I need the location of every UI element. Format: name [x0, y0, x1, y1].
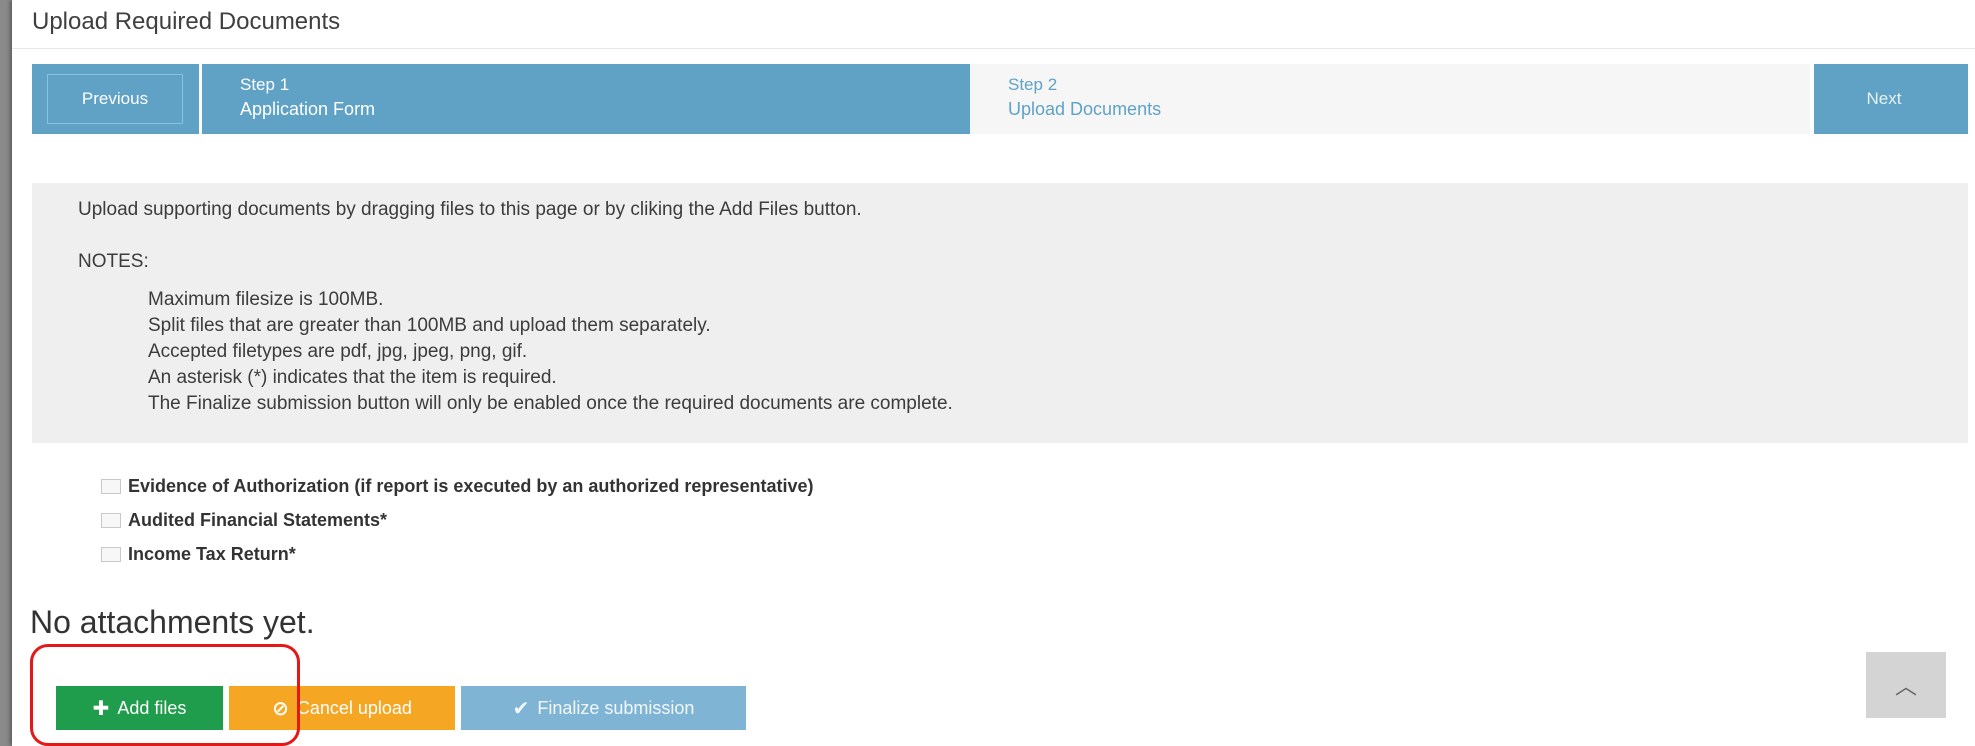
wizard-steps: Previous Step 1 Application Form Step 2 … — [32, 64, 1968, 134]
required-doc-label: Audited Financial Statements* — [128, 509, 388, 530]
upload-notes-panel: Upload supporting documents by dragging … — [32, 183, 1968, 443]
wizard-previous-cell: Previous — [32, 64, 199, 134]
attachments-status: No attachments yet. — [30, 604, 315, 640]
add-files-label: Add files — [117, 697, 187, 718]
plus-icon: ✚ — [92, 697, 110, 720]
upload-window: Upload Required Documents Previous Step … — [12, 0, 1975, 746]
cancel-upload-button[interactable]: ⊘ Cancel upload — [229, 686, 455, 730]
note-item: Split files that are greater than 100MB … — [148, 315, 711, 336]
step-1-number: Step 1 — [240, 75, 290, 94]
finalize-submission-button[interactable]: ✔ Finalize submission — [461, 686, 746, 730]
wizard-next-cell: Next — [1814, 64, 1968, 134]
check-icon: ✔ — [512, 697, 530, 720]
add-files-button[interactable]: ✚ Add files — [56, 686, 223, 730]
title-bar: Upload Required Documents — [12, 0, 1975, 49]
note-item: Accepted filetypes are pdf, jpg, jpeg, p… — [148, 341, 528, 362]
required-doc-authorization: Evidence of Authorization (if report is … — [101, 469, 813, 503]
chevron-up-icon: ︿ — [1894, 674, 1917, 699]
step-2-label: Upload Documents — [1008, 99, 1162, 119]
required-doc-label: Evidence of Authorization (if report is … — [128, 475, 814, 496]
note-item: An asterisk (*) indicates that the item … — [148, 367, 557, 388]
ban-icon: ⊘ — [272, 697, 289, 720]
page-title: Upload Required Documents — [32, 8, 341, 35]
required-doc-financial-statements: Audited Financial Statements* — [101, 503, 813, 537]
required-documents-list: Evidence of Authorization (if report is … — [101, 469, 813, 571]
finalize-submission-label: Finalize submission — [537, 697, 695, 718]
previous-button[interactable]: Previous — [47, 74, 183, 124]
next-button[interactable]: Next — [1814, 64, 1954, 134]
income-tax-return-checkbox[interactable] — [101, 546, 121, 562]
scroll-to-top-button[interactable]: ︿ — [1866, 652, 1946, 718]
wizard-step-1[interactable]: Step 1 Application Form — [202, 64, 970, 134]
note-item: The Finalize submission button will only… — [148, 393, 953, 414]
cancel-upload-label: Cancel upload — [296, 697, 412, 718]
financial-statements-checkbox[interactable] — [101, 512, 121, 528]
required-doc-income-tax-return: Income Tax Return* — [101, 537, 813, 571]
notes-list: Maximum filesize is 100MB. Split files t… — [148, 287, 953, 417]
notes-heading: NOTES: — [78, 251, 149, 272]
required-doc-label: Income Tax Return* — [128, 543, 296, 564]
authorization-checkbox[interactable] — [101, 478, 121, 494]
step-2-number: Step 2 — [1008, 75, 1058, 94]
step-1-label: Application Form — [240, 99, 376, 119]
upload-instructions: Upload supporting documents by dragging … — [78, 199, 862, 220]
note-item: Maximum filesize is 100MB. — [148, 289, 384, 310]
wizard-step-2[interactable]: Step 2 Upload Documents — [970, 64, 1810, 134]
